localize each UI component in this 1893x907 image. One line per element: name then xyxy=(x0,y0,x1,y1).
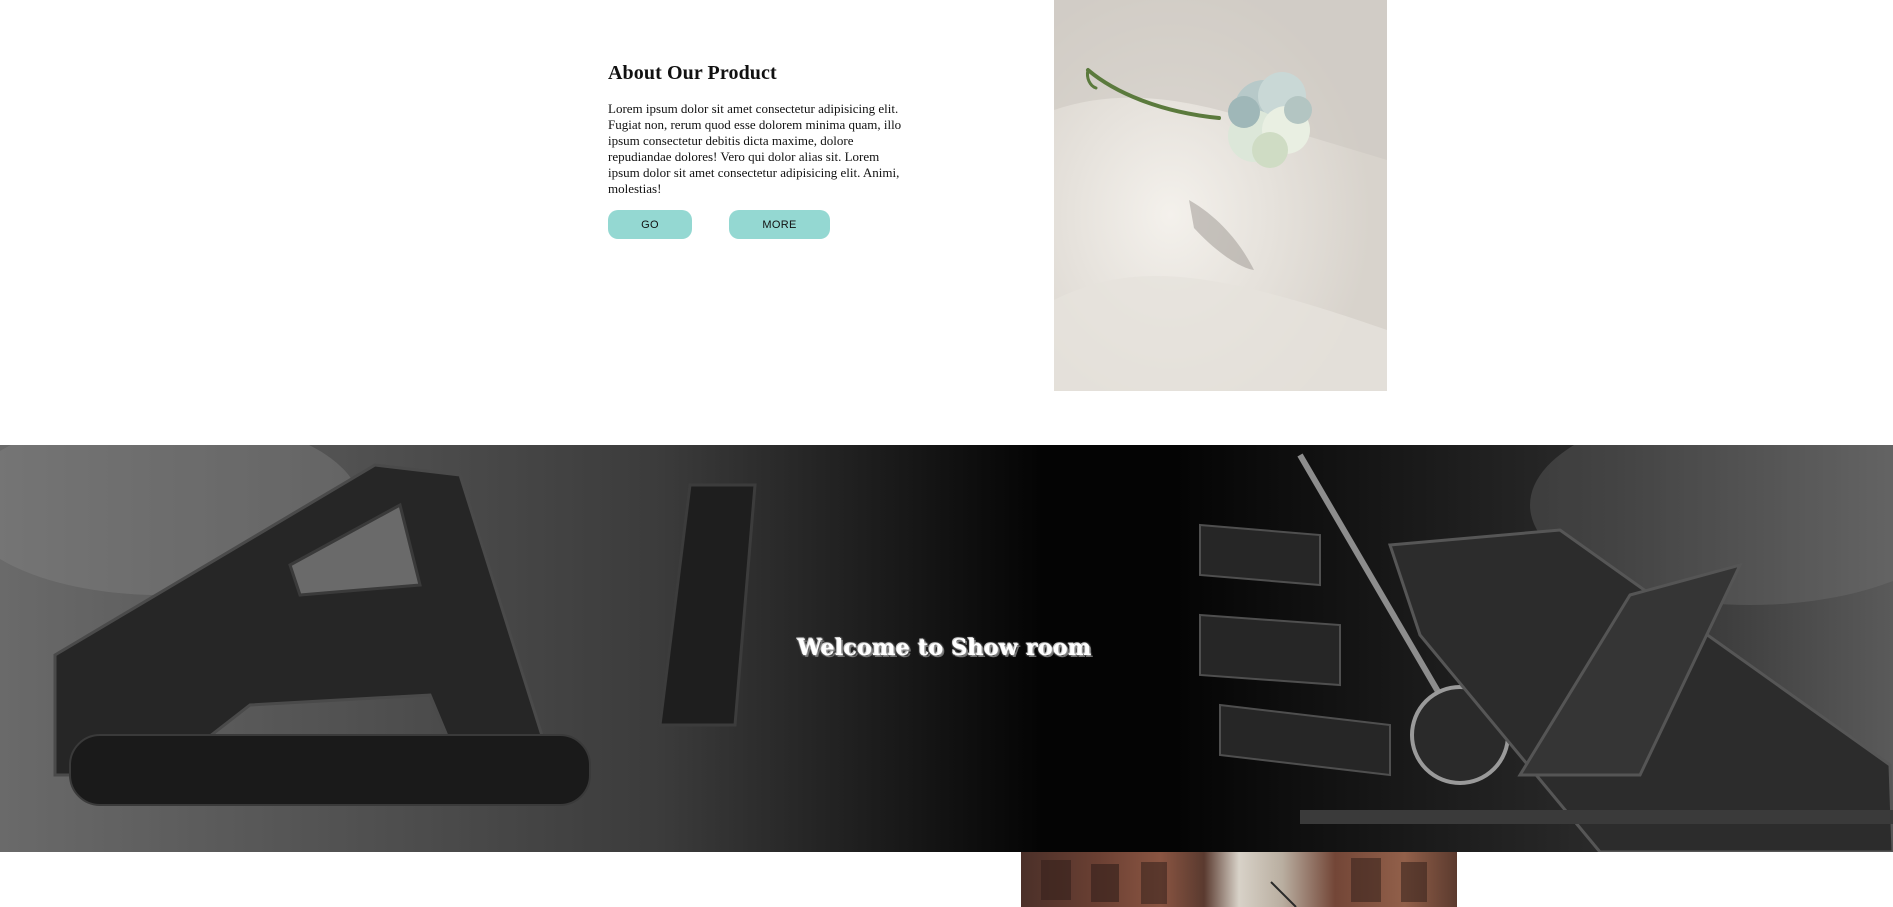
flower-illustration xyxy=(1054,0,1387,391)
page: About Our Product Lorem ipsum dolor sit … xyxy=(0,0,1893,907)
go-button[interactable]: GO xyxy=(608,210,692,239)
building-illustration xyxy=(1041,858,1427,907)
about-buttons: GO MORE xyxy=(608,210,914,239)
about-title: About Our Product xyxy=(608,62,777,84)
product-photo xyxy=(1054,0,1387,391)
hero-banner: Welcome to Show room xyxy=(0,445,1893,852)
about-section: About Our Product Lorem ipsum dolor sit … xyxy=(608,62,914,239)
building-photo xyxy=(1021,852,1457,907)
more-button[interactable]: MORE xyxy=(729,210,830,239)
about-body: Lorem ipsum dolor sit amet consectetur a… xyxy=(608,101,902,196)
banner-title: Welcome to Show room xyxy=(797,635,1092,661)
